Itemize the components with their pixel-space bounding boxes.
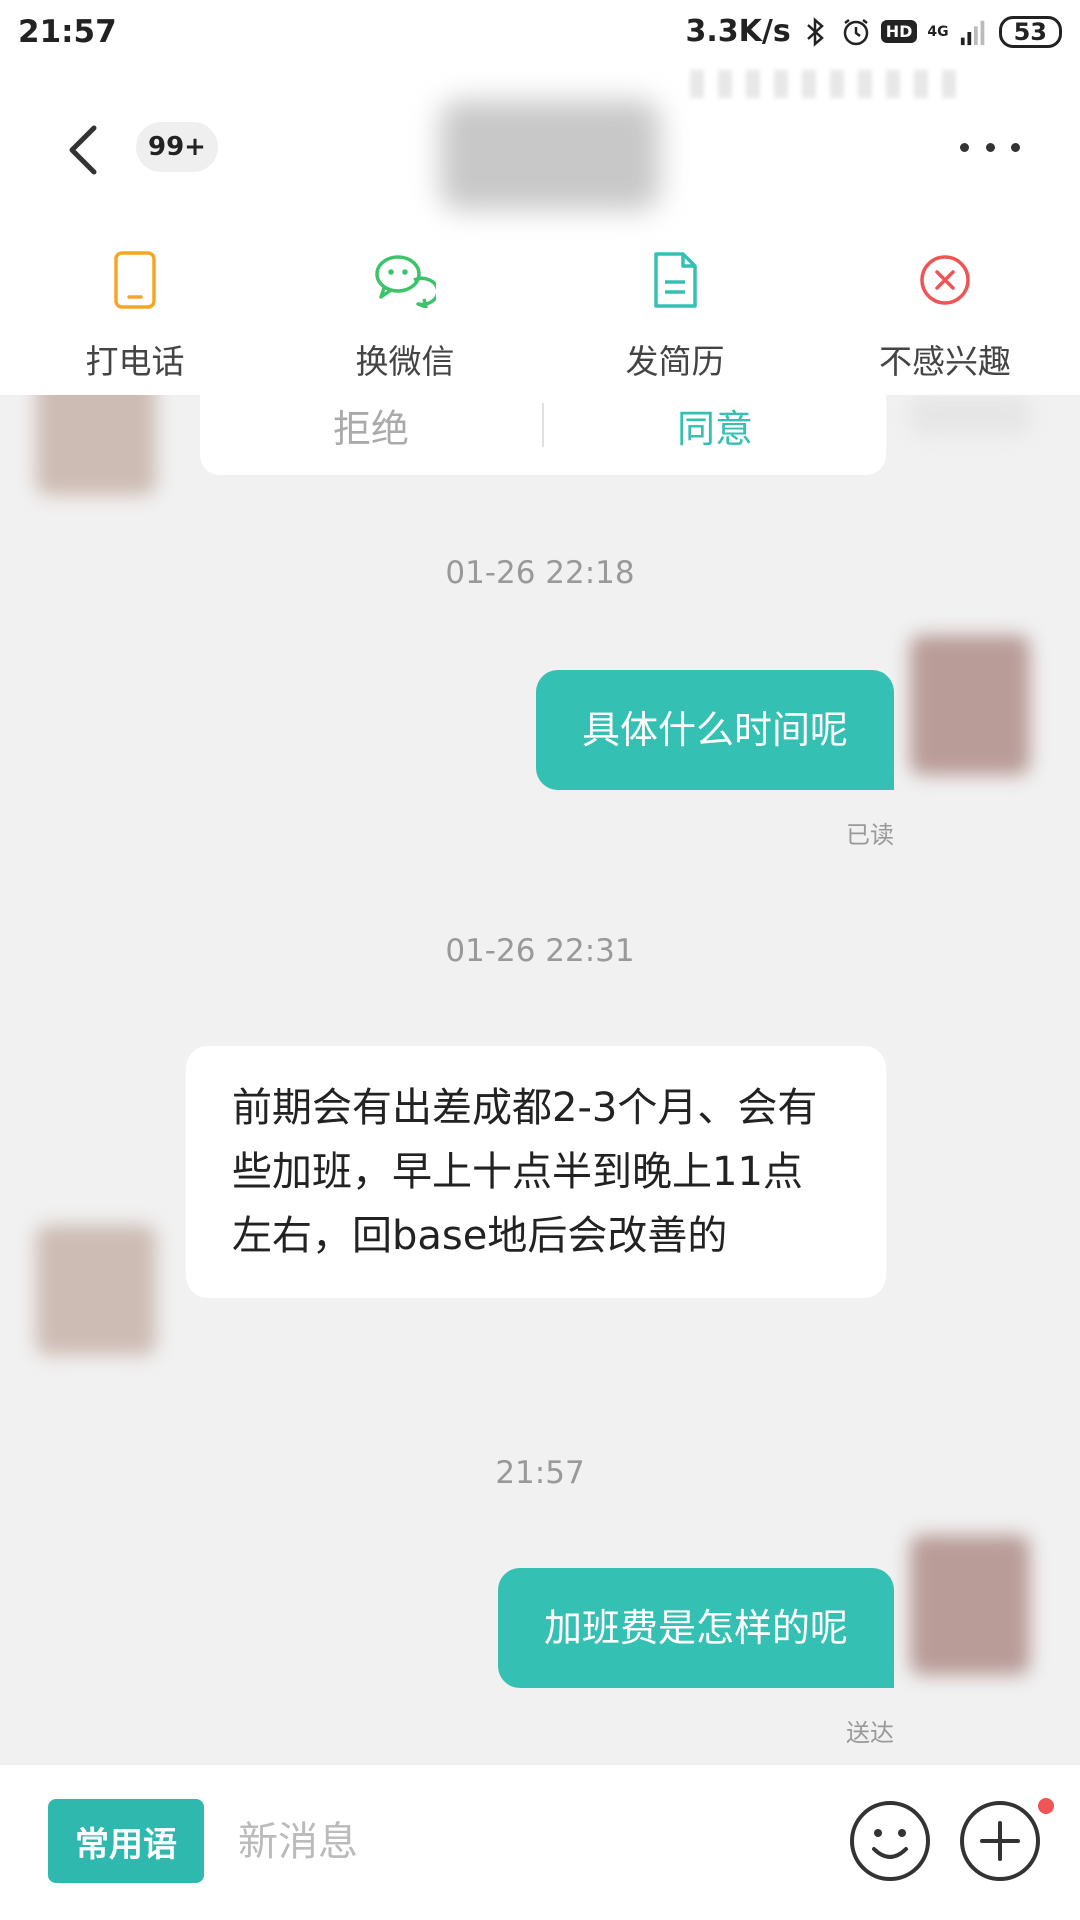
- bluetooth-icon: [801, 16, 831, 47]
- avatar: [910, 395, 1030, 435]
- avatar[interactable]: [910, 635, 1030, 775]
- alarm-icon: [841, 17, 871, 47]
- more-button[interactable]: [960, 132, 1020, 162]
- message-bubble-sent[interactable]: 加班费是怎样的呢: [497, 1568, 894, 1688]
- status-bar: 21:57 3.3K/s HD 4G 53: [0, 0, 1080, 70]
- more-dot-icon: [985, 142, 995, 152]
- chevron-left-icon: [69, 125, 97, 175]
- blurred-contact-name: [440, 100, 660, 210]
- document-icon: [640, 245, 710, 315]
- plus-icon: [960, 1801, 1040, 1881]
- more-options-button[interactable]: [958, 1799, 1042, 1883]
- reject-button[interactable]: 拒绝: [200, 398, 542, 453]
- wechat-action[interactable]: 换微信: [270, 245, 540, 383]
- avatar[interactable]: [36, 1225, 156, 1355]
- emoji-button[interactable]: [848, 1799, 932, 1883]
- accept-button[interactable]: 同意: [544, 398, 886, 453]
- not-interested-label: 不感兴趣: [879, 342, 1011, 381]
- close-circle-icon: [910, 245, 980, 315]
- blurred-decoration: [690, 70, 960, 98]
- avatar[interactable]: [36, 395, 156, 495]
- not-interested-action[interactable]: 不感兴趣: [810, 245, 1080, 383]
- call-label: 打电话: [85, 342, 185, 381]
- delivery-status: 送达: [846, 1719, 894, 1747]
- resume-action[interactable]: 发简历: [540, 245, 810, 383]
- resume-label: 发简历: [625, 342, 725, 381]
- input-bar: 常用语: [0, 1765, 1080, 1920]
- wechat-label: 换微信: [355, 342, 455, 381]
- message-timestamp: 01-26 22:18: [445, 555, 635, 591]
- more-dot-icon: [960, 142, 969, 152]
- message-timestamp: 01-26 22:31: [445, 933, 635, 969]
- more-dot-icon: [1011, 142, 1020, 152]
- message-bubble-sent[interactable]: 具体什么时间呢: [535, 670, 894, 790]
- unread-badge[interactable]: 99+: [136, 122, 218, 172]
- phone-icon: [100, 245, 170, 315]
- call-action[interactable]: 打电话: [0, 245, 270, 383]
- avatar[interactable]: [910, 1535, 1030, 1675]
- message-input[interactable]: [236, 1799, 800, 1885]
- exchange-request-card: 拒绝 同意: [200, 395, 886, 475]
- network-type: 4G: [927, 23, 949, 40]
- status-icons: 3.3K/s HD 4G 53: [685, 14, 1062, 49]
- notification-dot: [1038, 1798, 1054, 1814]
- action-bar: 打电话 换微信 发简历 不感兴趣: [0, 245, 1080, 383]
- hd-badge: HD: [880, 20, 918, 43]
- status-time: 21:57: [18, 14, 117, 50]
- common-phrases-button[interactable]: 常用语: [48, 1799, 204, 1883]
- battery-indicator: 53: [998, 15, 1062, 48]
- signal-icon: [959, 17, 989, 47]
- net-speed: 3.3K/s: [685, 14, 791, 49]
- chat-messages[interactable]: 拒绝 同意 01-26 22:18 具体什么时间呢 已读 01-26 22:31…: [0, 395, 1080, 1765]
- message-timestamp: 21:57: [495, 1455, 585, 1491]
- emoji-icon: [850, 1801, 930, 1881]
- message-bubble-received[interactable]: 前期会有出差成都2-3个月、会有些加班，早上十点半到晚上11点左右，回base地…: [186, 1046, 886, 1298]
- chat-header: 99+ 打电话 换微信 发简历 不感兴趣: [0, 70, 1080, 395]
- read-status: 已读: [846, 821, 894, 849]
- back-button[interactable]: [60, 120, 110, 180]
- wechat-icon: [370, 245, 440, 315]
